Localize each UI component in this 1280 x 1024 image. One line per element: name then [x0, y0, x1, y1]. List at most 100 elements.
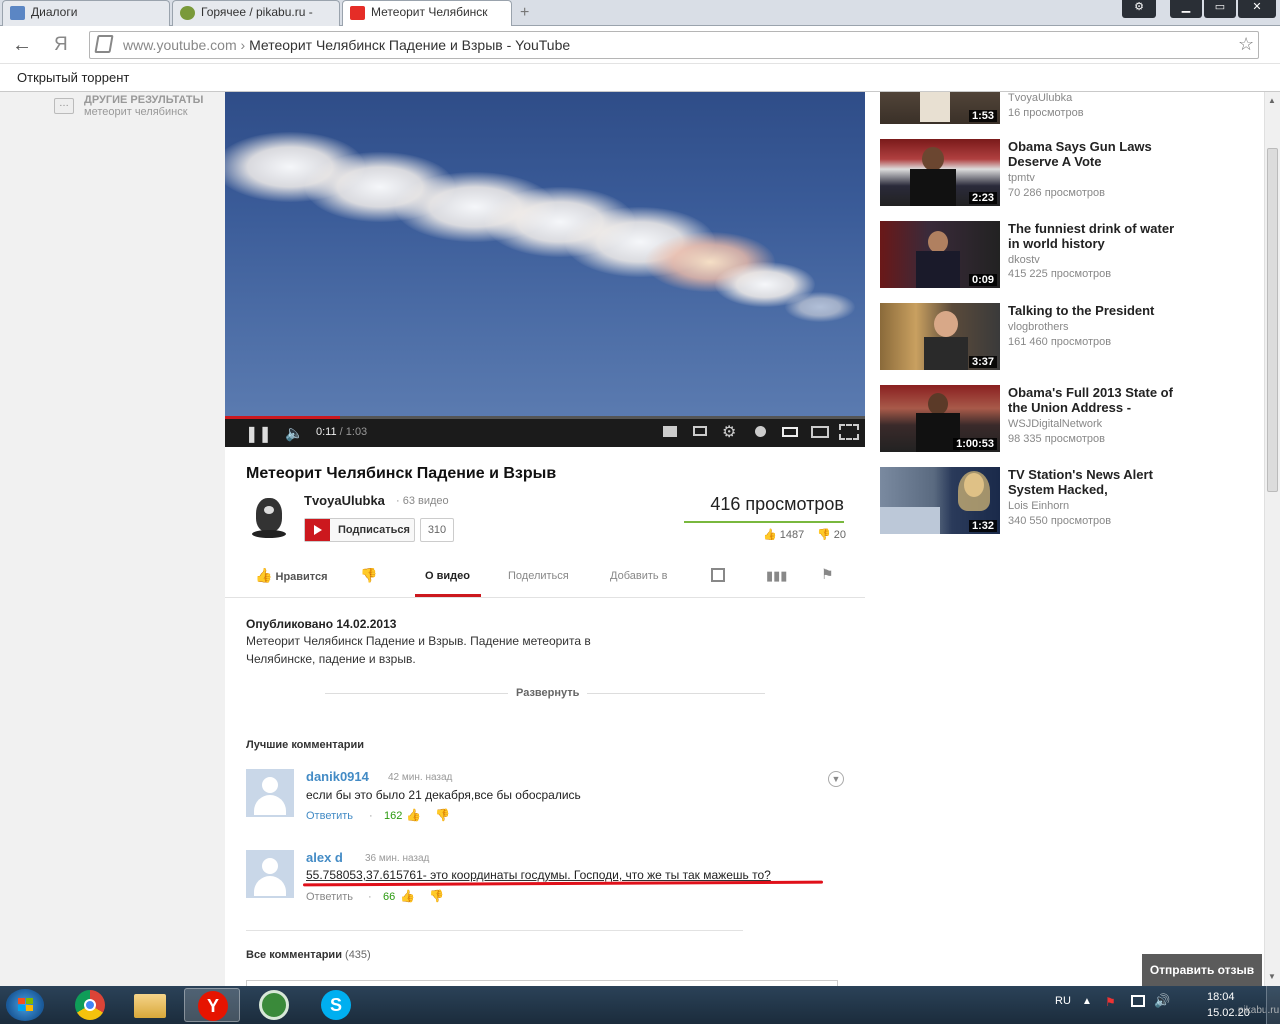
other-results-title[interactable]: ДРУГИЕ РЕЗУЛЬТАТЫ — [84, 94, 203, 106]
star-icon[interactable]: ☆ — [1238, 34, 1254, 55]
separator-dot: · — [368, 891, 372, 903]
small-player-icon[interactable] — [782, 427, 798, 437]
related-views: 415 225 просмотров — [1008, 268, 1112, 280]
comment-author[interactable]: danik0914 — [306, 769, 369, 784]
related-views: 161 460 просмотров — [1008, 336, 1112, 348]
related-thumbnail[interactable]: 3:37 — [880, 303, 1000, 370]
comment-time[interactable]: 36 мин. назад — [365, 853, 429, 864]
clock-time[interactable]: 18:04 — [1207, 991, 1235, 1003]
utorrent-icon[interactable] — [246, 988, 302, 1022]
video-frame[interactable] — [225, 92, 865, 418]
thumbs-down-icon: 👎 — [817, 529, 831, 541]
channel-avatar[interactable] — [246, 492, 290, 542]
back-arrow-icon[interactable]: ← — [12, 34, 32, 57]
thumbs-up-icon: 👍 — [763, 529, 777, 541]
flag-icon[interactable]: ⚑ — [1105, 995, 1116, 1009]
more-icon[interactable]: … — [54, 98, 74, 114]
thumbs-up-icon[interactable]: 👍 — [400, 889, 415, 903]
maximize-button[interactable]: ▭ — [1204, 0, 1236, 18]
related-channel[interactable]: dkostv — [1008, 254, 1040, 266]
flag-icon[interactable]: ⚑ — [821, 566, 834, 583]
comment-time[interactable]: 42 мин. назад — [388, 772, 452, 783]
thumbs-down-icon[interactable]: 👎 — [429, 889, 444, 903]
address-text[interactable]: www.youtube.com › Метеорит Челябинск Пад… — [123, 37, 570, 53]
related-thumbnail[interactable]: 1:53 — [880, 92, 1000, 124]
tab-share[interactable]: Поделиться — [508, 570, 569, 582]
tab-add-to[interactable]: Добавить в — [610, 570, 668, 582]
transcript-icon[interactable] — [711, 568, 725, 582]
comment-menu-icon[interactable]: ▼ — [828, 771, 844, 787]
related-thumbnail[interactable]: 0:09 — [880, 221, 1000, 288]
tab-pikabu[interactable]: Горячее / pikabu.ru - — [172, 0, 340, 26]
related-thumbnail[interactable]: 2:23 — [880, 139, 1000, 206]
scroll-up-icon[interactable]: ▲ — [1268, 96, 1276, 105]
annotations-icon[interactable] — [693, 426, 707, 436]
divider — [246, 930, 743, 931]
like-button[interactable]: 👍 Нравится — [255, 567, 328, 584]
explorer-icon[interactable] — [122, 988, 178, 1022]
fullscreen-icon[interactable] — [839, 424, 859, 440]
minimize-button[interactable]: ▁ — [1170, 0, 1202, 18]
video-count[interactable]: · 63 видео — [396, 495, 449, 507]
related-title[interactable]: The funniest drink of water in world his… — [1008, 221, 1178, 251]
expand-button[interactable]: Развернуть — [508, 687, 588, 699]
related-title[interactable]: Obama Says Gun Laws Deserve A Vote — [1008, 139, 1178, 169]
new-tab-button[interactable]: + — [520, 4, 538, 21]
related-channel[interactable]: TvoyaUlubka — [1008, 92, 1072, 104]
tab-dialogs[interactable]: Диалоги — [2, 0, 170, 26]
captions-icon[interactable] — [663, 426, 677, 437]
settings-icon[interactable]: ⚙ — [1122, 0, 1156, 18]
skype-icon[interactable]: S — [308, 988, 364, 1022]
yandex-icon[interactable]: Я — [54, 34, 68, 56]
channel-name[interactable]: TvoyaUlubka — [304, 493, 385, 508]
related-channel[interactable]: WSJDigitalNetwork — [1008, 418, 1102, 430]
divider — [225, 597, 865, 598]
tray-expand-icon[interactable]: ▲ — [1082, 996, 1092, 1007]
scroll-down-icon[interactable]: ▼ — [1268, 972, 1276, 981]
related-views: 340 550 просмотров — [1008, 515, 1112, 527]
thumbs-down-icon[interactable]: 👎 — [435, 808, 450, 822]
comment-likes: 66 — [383, 891, 396, 903]
feedback-button[interactable]: Отправить отзыв — [1142, 954, 1262, 986]
gear-icon[interactable]: ⚙ — [722, 422, 736, 442]
dislike-button[interactable]: 👎 — [360, 567, 377, 584]
pause-icon[interactable]: ❚❚ — [245, 424, 272, 444]
related-title[interactable]: TV Station's News Alert System Hacked, — [1008, 467, 1178, 497]
related-thumbnail[interactable]: 1:00:53 — [880, 385, 1000, 452]
related-channel[interactable]: tpmtv — [1008, 172, 1035, 184]
reply-button[interactable]: Ответить — [306, 810, 353, 822]
tab-about[interactable]: О видео — [425, 570, 470, 582]
related-channel[interactable]: vlogbrothers — [1008, 321, 1069, 333]
related-title[interactable]: Talking to the President — [1008, 303, 1178, 318]
related-thumbnail[interactable]: 1:32 — [880, 467, 1000, 534]
best-comments-label: Лучшие комментарии — [246, 739, 365, 751]
watch-later-icon[interactable] — [755, 426, 766, 437]
large-player-icon[interactable] — [811, 426, 829, 438]
total-time: / 1:03 — [339, 426, 368, 438]
yandex-browser-icon[interactable]: Y — [184, 988, 240, 1022]
current-time: 0:11 — [316, 426, 337, 438]
speaker-icon[interactable]: 🔊 — [1154, 993, 1170, 1009]
close-button[interactable]: ✕ — [1238, 0, 1276, 18]
related-title[interactable]: Obama's Full 2013 State of the Union Add… — [1008, 385, 1178, 415]
show-desktop-button[interactable] — [1266, 986, 1280, 1024]
subscribe-button[interactable]: Подписаться — [304, 518, 415, 542]
start-button[interactable] — [6, 989, 44, 1021]
comment-author[interactable]: alex d — [306, 850, 343, 865]
thumbs-up-icon[interactable]: 👍 — [406, 808, 421, 822]
other-results-query[interactable]: метеорит челябинск — [84, 106, 188, 118]
scrollbar-thumb[interactable] — [1267, 148, 1278, 492]
network-icon[interactable] — [1131, 995, 1145, 1007]
stats-icon[interactable]: ▮▮▮ — [766, 568, 787, 584]
avatar[interactable] — [246, 769, 294, 817]
tab-youtube[interactable]: Метеорит Челябинск — [342, 0, 512, 26]
related-channel[interactable]: Lois Einhorn — [1008, 500, 1069, 512]
avatar[interactable] — [246, 850, 294, 898]
chrome-icon[interactable] — [62, 988, 118, 1022]
bookmark-torrent[interactable]: Открытый торрент — [17, 70, 129, 85]
scrollbar[interactable]: ▲ ▼ — [1264, 92, 1280, 986]
volume-icon[interactable]: 🔈 — [285, 424, 304, 442]
related-views: 98 335 просмотров — [1008, 433, 1105, 445]
language-indicator[interactable]: RU — [1055, 995, 1071, 1007]
reply-button[interactable]: Ответить — [306, 891, 353, 903]
